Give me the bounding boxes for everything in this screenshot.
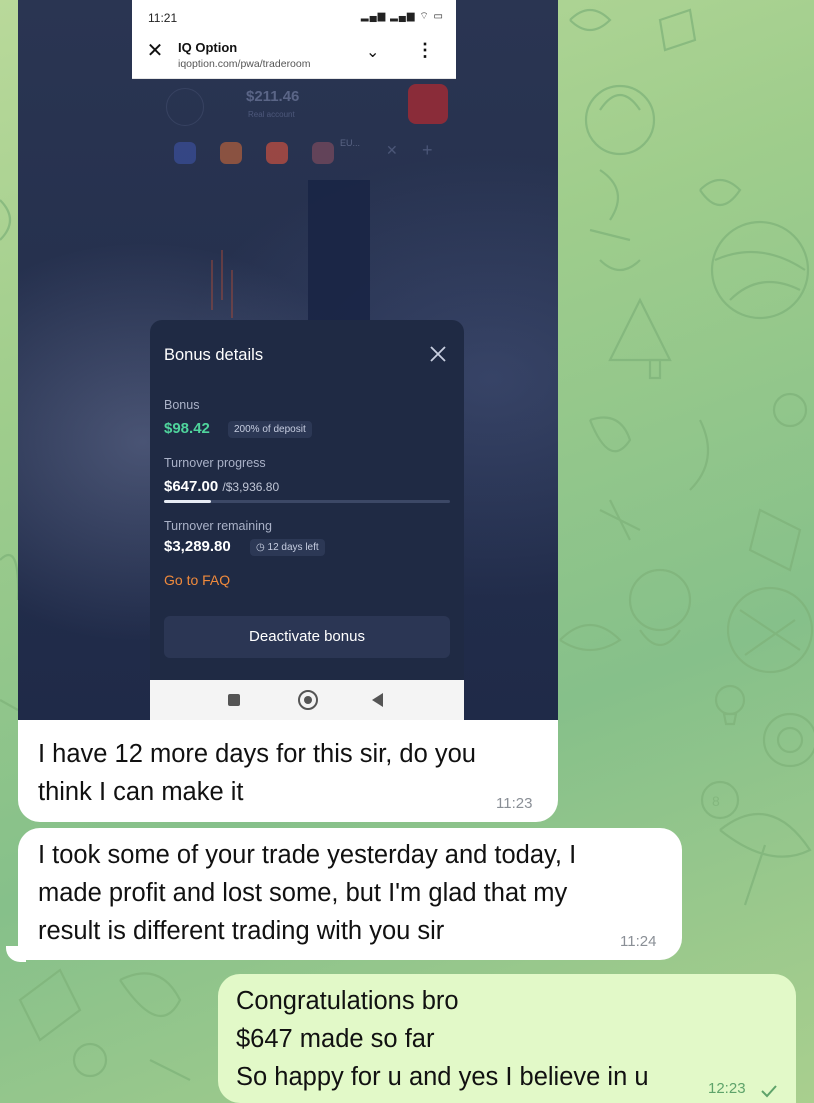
android-nav-bar — [150, 680, 464, 720]
close-icon — [430, 346, 446, 362]
clock-icon: ◷ — [256, 542, 265, 553]
message-time: 11:24 — [620, 933, 657, 950]
bonus-details-modal: Bonus details Bonus $98.42 200% of depos… — [150, 320, 464, 680]
site-title: IQ Option — [178, 40, 238, 55]
asset-label: EU... — [340, 138, 361, 148]
asset-tabs: EU... ✕ + — [168, 138, 458, 168]
turnover-current: $647.00 — [164, 478, 219, 495]
modal-title: Bonus details — [164, 346, 264, 364]
progress-fill — [164, 500, 211, 503]
more-vert-icon: ⋮ — [416, 40, 434, 60]
message-line: result is different trading with you sir — [38, 917, 445, 945]
bonus-value: $98.42 — [164, 420, 210, 437]
turnover-label: Turnover progress — [164, 456, 266, 470]
turnover-total: /$3,936.80 — [222, 480, 280, 494]
turnover-value: $647.00 /$3,936.80 — [164, 478, 279, 495]
avatar — [166, 88, 204, 126]
message-line: Congratulations bro — [236, 987, 459, 1015]
message-bubble-outgoing[interactable]: Congratulations bro $647 made so far So … — [218, 974, 796, 1103]
days-left-text: 12 days left — [267, 542, 319, 553]
message-line: I have 12 more days for this sir, do you — [38, 740, 476, 768]
message-bubble-incoming[interactable]: I took some of your trade yesterday and … — [18, 828, 682, 960]
days-left-badge: ◷ 12 days left — [250, 539, 325, 556]
browser-toolbar: ✕ IQ Option iqoption.com/pwa/traderoom ⌄… — [132, 32, 456, 79]
remaining-label: Turnover remaining — [164, 519, 272, 533]
turnover-progress-bar — [164, 500, 450, 503]
message-text: Congratulations bro $647 made so far So … — [236, 982, 649, 1096]
site-url: iqoption.com/pwa/traderoom — [178, 58, 311, 70]
asset-icon — [312, 142, 334, 164]
chart-highlight — [308, 180, 370, 320]
deposit-button — [408, 84, 448, 124]
status-time: 11:21 — [148, 11, 178, 25]
svg-text:8: 8 — [712, 793, 720, 809]
close-icon: ✕ — [386, 142, 398, 158]
asset-icon — [220, 142, 242, 164]
asset-icon — [174, 142, 196, 164]
chevron-down-icon: ⌄ — [366, 44, 380, 61]
bonus-label: Bonus — [164, 398, 200, 412]
message-time: 12:23 — [708, 1080, 746, 1097]
deactivate-bonus-button: Deactivate bonus — [164, 616, 450, 658]
asset-icon — [266, 142, 288, 164]
account-type: Real account — [248, 110, 295, 119]
back-icon — [372, 693, 383, 707]
message-bubble-incoming-image[interactable]: 11:21 ▂▄▆ ▂▄▆ ⌔ ▭ ✕ IQ Option iqoption.c… — [18, 0, 558, 822]
message-time: 11:23 — [496, 795, 533, 812]
message-line: I took some of your trade yesterday and … — [38, 841, 577, 869]
message-line: think I can make it — [38, 778, 244, 806]
bonus-tag: 200% of deposit — [228, 421, 312, 438]
sent-check-icon — [761, 1085, 777, 1098]
phone-status-bar: 11:21 ▂▄▆ ▂▄▆ ⌔ ▭ — [132, 0, 456, 32]
add-icon: + — [422, 140, 433, 160]
message-text: I have 12 more days for this sir, do you… — [38, 735, 476, 811]
recents-icon — [228, 694, 240, 706]
attached-screenshot[interactable]: 11:21 ▂▄▆ ▂▄▆ ⌔ ▭ ✕ IQ Option iqoption.c… — [18, 0, 558, 720]
home-icon — [298, 690, 318, 710]
account-balance: $211.46 — [246, 88, 300, 105]
faq-link: Go to FAQ — [164, 572, 231, 588]
message-line: So happy for u and yes I believe in u — [236, 1063, 649, 1091]
close-icon: ✕ — [146, 40, 164, 62]
message-line: made profit and lost some, but I'm glad … — [38, 879, 568, 907]
message-line: $647 made so far — [236, 1025, 435, 1053]
candlestick-icon — [211, 250, 233, 318]
message-text: I took some of your trade yesterday and … — [38, 836, 576, 950]
signal-wifi-battery-icon: ▂▄▆ ▂▄▆ ⌔ ▭ — [360, 11, 444, 22]
remaining-value: $3,289.80 — [164, 538, 231, 555]
